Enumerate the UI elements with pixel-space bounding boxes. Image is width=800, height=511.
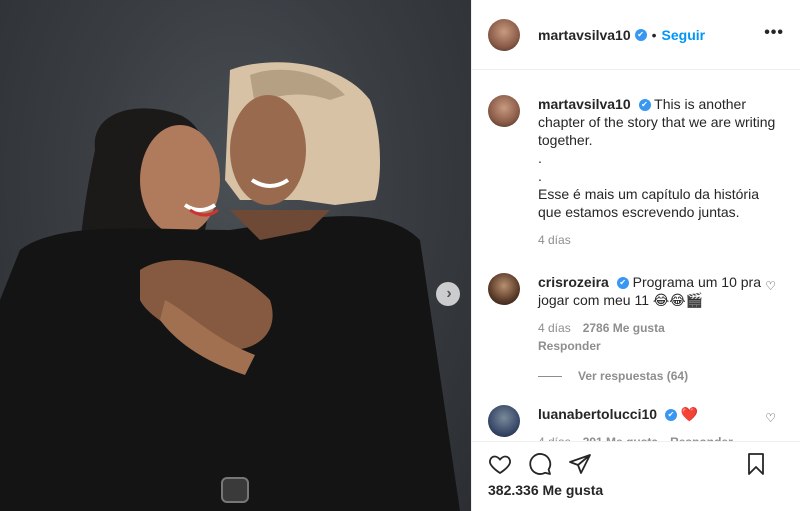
post-header: martavsilva10 ✔ • Seguir ••• (472, 0, 800, 70)
verified-icon: ✔ (638, 99, 651, 112)
avatar[interactable] (488, 18, 520, 51)
more-options-icon[interactable]: ••• (764, 24, 784, 42)
view-replies-label: Ver respuestas (64) (578, 369, 689, 383)
comment-likes[interactable]: 2786 Me gusta (583, 319, 665, 337)
verified-icon: ✔ (616, 277, 629, 290)
caption-text-dot: . (538, 150, 542, 166)
follow-button[interactable]: Seguir (662, 27, 706, 43)
photo-illustration (0, 62, 460, 511)
comment-icon[interactable] (528, 452, 552, 476)
action-icons (472, 442, 800, 478)
comment-username[interactable]: luanabertolucci10 (538, 406, 657, 422)
comment-body: crisrozeira ✔ Programa um 10 pra jogar c… (538, 273, 784, 355)
verified-icon: ✔ (634, 28, 647, 41)
share-icon[interactable] (568, 452, 592, 476)
comment-username[interactable]: crisrozeira (538, 274, 609, 290)
comments-list[interactable]: martavsilva10 ✔ This is another chapter … (472, 71, 800, 441)
caption-time[interactable]: 4 días (538, 231, 571, 249)
comment-meta: 4 días 2786 Me gusta Responder (538, 319, 784, 355)
comment-time[interactable]: 4 días (538, 433, 571, 441)
comment-meta: 4 días 391 Me gusta Responder (538, 433, 784, 441)
caption-text-pt: Esse é mais um capítulo da história que … (538, 186, 759, 220)
comment: crisrozeira ✔ Programa um 10 pra jogar c… (488, 273, 784, 355)
reply-button[interactable]: Responder (670, 433, 733, 441)
comment-body: luanabertolucci10 ✔ ❤️ 4 días 391 Me gus… (538, 405, 784, 441)
comment-text: ❤️ (680, 406, 699, 422)
avatar[interactable] (488, 405, 520, 437)
heart-icon[interactable]: ♡ (765, 411, 776, 425)
comment-time[interactable]: 4 días (538, 319, 571, 337)
caption-username[interactable]: martavsilva10 (538, 96, 631, 112)
reply-button[interactable]: Responder (538, 337, 784, 355)
comment: luanabertolucci10 ✔ ❤️ 4 días 391 Me gus… (488, 405, 784, 441)
comment-likes[interactable]: 391 Me gusta (583, 433, 658, 441)
chevron-right-icon: › (446, 285, 452, 302)
likes-count[interactable]: 382.336 Me gusta (472, 478, 800, 502)
separator-dot: • (651, 26, 657, 43)
carousel-next-button[interactable]: › (436, 282, 460, 306)
caption: martavsilva10 ✔ This is another chapter … (488, 95, 784, 249)
caption-body: martavsilva10 ✔ This is another chapter … (538, 95, 784, 249)
verified-icon: ✔ (664, 409, 677, 422)
post-actions: 382.336 Me gusta (472, 441, 800, 511)
avatar[interactable] (488, 95, 520, 127)
divider (538, 375, 562, 377)
username-link[interactable]: martavsilva10 (538, 27, 631, 43)
view-replies-button[interactable]: Ver respuestas (64) (538, 369, 784, 383)
heart-icon[interactable] (488, 452, 512, 476)
post-sidebar: martavsilva10 ✔ • Seguir ••• martavsilva… (471, 0, 800, 511)
caption-text-dot: . (538, 168, 542, 184)
heart-icon[interactable]: ♡ (765, 279, 776, 293)
post-photo[interactable]: › (0, 0, 471, 511)
avatar[interactable] (488, 273, 520, 305)
bookmark-icon[interactable] (744, 452, 768, 476)
caption-meta: 4 días (538, 231, 784, 249)
